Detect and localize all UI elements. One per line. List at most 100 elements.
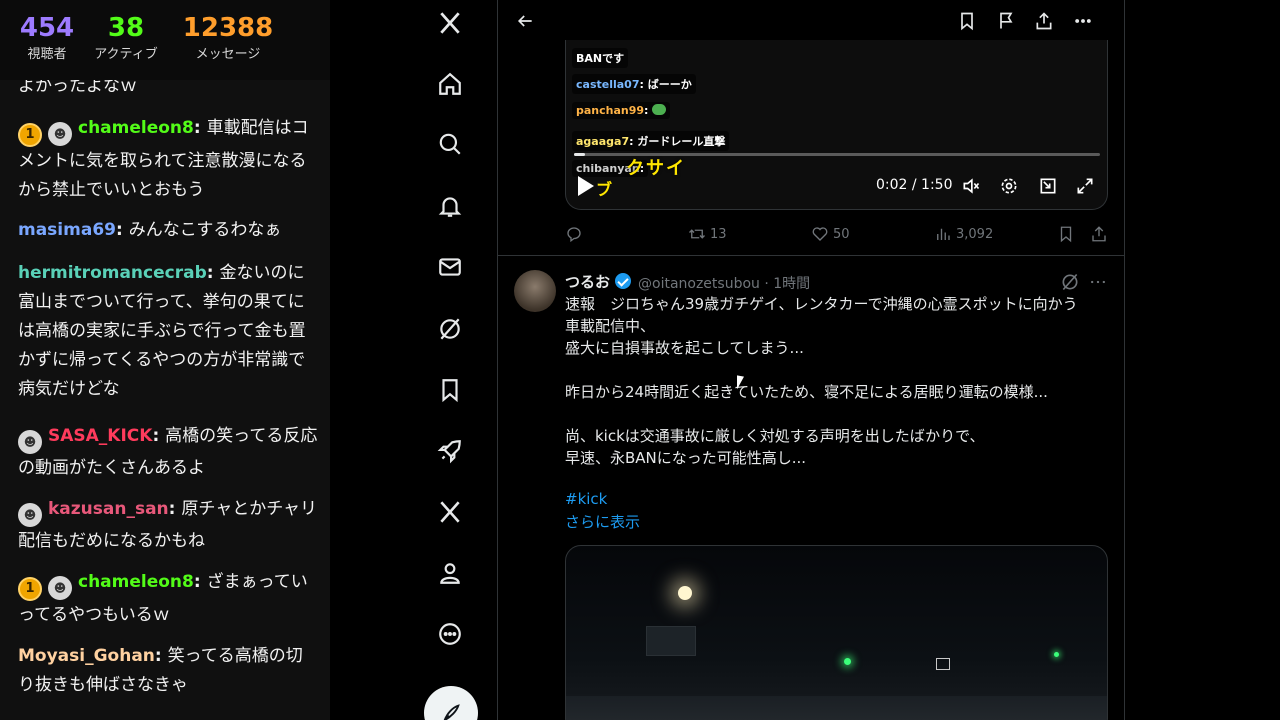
post-text-line: [565, 359, 1110, 381]
back-button[interactable]: [510, 6, 540, 36]
active-count-value: 38: [107, 13, 145, 43]
bookmark-icon: [1060, 226, 1072, 243]
x-sidebar-nav: [410, 0, 492, 720]
stream-stats: 454 視聴者 38 アクティブ 12388 メッセージ: [0, 0, 330, 80]
video-chat-line: BANです: [572, 48, 629, 68]
video-chat-text: ばーーか: [647, 78, 692, 91]
chat-message: ☻ kazusan_san: 原チャとかチャリ配信もだめになるかもね: [18, 499, 318, 551]
play-icon[interactable]: [578, 176, 594, 196]
post-text: 速報 ジロちゃん39歳ガチゲイ、レンタカーで沖縄の心霊スポットに向かう 車載配信…: [565, 293, 1110, 469]
chat-username[interactable]: chameleon8: [78, 118, 194, 138]
post-text-line: 尚、kickは交通事故に厳しく対処する声明を出したばかりで、: [565, 427, 985, 445]
mouse-cursor: [737, 375, 744, 391]
more-horizontal-icon[interactable]: [1088, 272, 1108, 292]
home-icon[interactable]: [430, 64, 470, 104]
views-chart-icon: [937, 228, 950, 240]
search-icon[interactable]: [430, 124, 470, 164]
viewer-count-label: 視聴者: [27, 47, 67, 62]
bell-icon[interactable]: [430, 186, 470, 226]
x-premium-icon[interactable]: [430, 492, 470, 532]
post-text-line: 昨日から24時間近く起きていたため、寝不足による居眠り運転の模様...: [565, 383, 1048, 401]
author-name[interactable]: つるお: [565, 271, 610, 292]
x-logo-icon[interactable]: [430, 3, 470, 43]
video-progress-fill: [574, 153, 585, 156]
message-count-value: 12388: [182, 13, 274, 43]
chat-username[interactable]: masima69: [18, 220, 116, 240]
more-options-button[interactable]: [1068, 6, 1098, 36]
video-progress-bar[interactable]: [574, 153, 1100, 156]
more-circle-icon[interactable]: [430, 614, 470, 654]
chat-panel: 454 視聴者 38 アクティブ 12388 メッセージ よかったよなｗ 1 ☻ c…: [0, 0, 330, 720]
video-chat-user: castella07: [576, 78, 640, 91]
rocket-icon[interactable]: [430, 431, 470, 471]
retweet-button[interactable]: 13: [688, 225, 727, 243]
avatar[interactable]: [514, 270, 556, 312]
road-sign: [646, 626, 696, 656]
pip-icon[interactable]: [1038, 176, 1060, 198]
chat-username[interactable]: Moyasi_Gohan: [18, 646, 155, 666]
post-header-bar: [498, 0, 1124, 40]
viewer-count-value: 454: [19, 13, 75, 43]
compose-icon: [443, 704, 460, 720]
like-button[interactable]: 50: [811, 225, 850, 243]
chat-username[interactable]: SASA_KICK: [48, 426, 152, 446]
profile-icon[interactable]: [430, 553, 470, 593]
post-text-line: [565, 403, 1110, 425]
message-count-label: メッセージ: [195, 47, 261, 62]
heart-icon: [812, 227, 828, 241]
active-count-label: アクティブ: [94, 47, 158, 62]
share-button[interactable]: [1029, 6, 1059, 36]
chat-username[interactable]: kazusan_san: [48, 499, 169, 519]
author-handle-time[interactable]: @oitanozetsubou · 1時間: [638, 273, 810, 293]
video-chat-user: agaaga7: [576, 135, 630, 148]
mail-icon[interactable]: [430, 247, 470, 287]
chat-message: 1 ☻ chameleon8: ざまぁっていってるやつもいるｗ: [18, 572, 308, 625]
hashtag-link[interactable]: #kick: [565, 490, 607, 508]
message-count: 12388 メッセージ: [180, 12, 276, 64]
bookmark-button[interactable]: [952, 6, 982, 36]
chat-message: masima69: みんなこするわなぁ: [18, 220, 282, 240]
chat-username[interactable]: chameleon8: [78, 572, 194, 592]
bookmark-icon[interactable]: [430, 370, 470, 410]
fullscreen-icon[interactable]: [1075, 176, 1097, 198]
post-video-thumbnail[interactable]: [565, 545, 1108, 720]
chat-message: 1 ☻ chameleon8: 車載配信はコメントに気を取られて注意散漫になるから禁…: [18, 118, 309, 200]
video-chat-user: panchan99: [576, 104, 645, 117]
post-divider: [498, 255, 1124, 256]
video-overlay-caption: クサイ: [626, 158, 686, 179]
chat-message: Moyasi_Gohan: 笑ってる高橋の切り抜きも伸ばさなきゃ: [18, 646, 303, 695]
video-overlay-caption: ブ: [596, 180, 613, 199]
bookmark-post-button[interactable]: [1057, 225, 1079, 243]
share-post-button[interactable]: [1090, 225, 1112, 243]
user-avatar-icon: ☻: [18, 503, 42, 527]
chat-message-text: みんなこするわなぁ: [128, 220, 282, 240]
grok-icon[interactable]: [1060, 272, 1080, 292]
grok-icon[interactable]: [430, 309, 470, 349]
post-text-line: 車載配信中、: [565, 317, 656, 335]
back-arrow-icon: [517, 15, 532, 27]
chat-username[interactable]: hermitromancecrab: [18, 263, 207, 283]
reply-icon: [567, 227, 581, 243]
chat-message: ☻ SASA_KICK: 高橋の笑ってる反応の動画がたくさんあるよ: [18, 426, 318, 478]
settings-gear-icon[interactable]: [999, 176, 1021, 198]
video-overlay-text: クサイ: [626, 154, 686, 180]
flag-icon: [1000, 12, 1013, 29]
user-avatar-icon: ☻: [48, 122, 72, 146]
post-text-line: 盛大に自損事故を起こしてしまう...: [565, 339, 804, 357]
bookmark-icon: [961, 12, 973, 31]
post-video-player[interactable]: BANです castella07: ばーーか panchan99: agaaga…: [565, 40, 1108, 210]
show-more-link[interactable]: さらに表示: [565, 511, 640, 532]
road: [566, 696, 1107, 720]
post-text-line: 速報 ジロちゃん39歳ガチゲイ、レンタカーで沖縄の心霊スポットに向かう: [565, 295, 1078, 313]
chat-message-text: 金ないのに富山までついて行って、挙句の果てには高橋の実家に手ぶらで行って金も置か…: [18, 263, 306, 399]
retweet-icon: [689, 229, 705, 239]
traffic-light: [844, 658, 851, 665]
traffic-light: [1054, 652, 1059, 657]
reply-button[interactable]: [565, 225, 587, 243]
video-time: 0:02 / 1:50: [876, 177, 953, 193]
viewer-count: 454 視聴者: [18, 12, 76, 64]
views-button[interactable]: 3,092: [934, 225, 993, 243]
report-button[interactable]: [991, 6, 1021, 36]
subscriber-badge-icon: 1: [18, 577, 42, 601]
mute-icon[interactable]: [961, 176, 983, 198]
